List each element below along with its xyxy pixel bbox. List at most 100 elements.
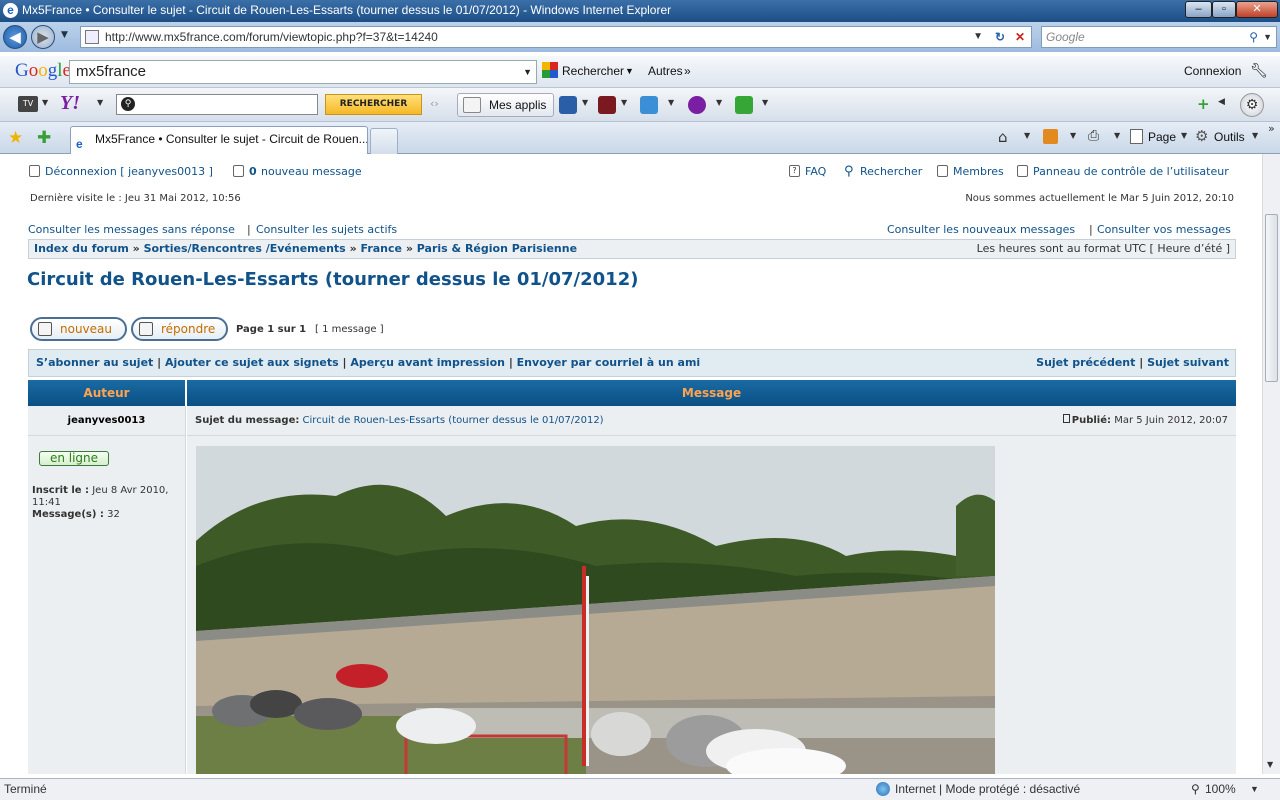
logout-link[interactable]: Déconnexion [ jeanyves0013 ] [45, 165, 213, 178]
favorites-star-icon[interactable]: ★ [8, 128, 23, 148]
bookmark-link[interactable]: Ajouter ce sujet aux signets [165, 356, 339, 369]
settings-gear-icon[interactable]: ⚙ [1240, 93, 1264, 117]
logout-icon [29, 165, 40, 177]
breadcrumb-item-index[interactable]: Index du forum [34, 242, 129, 255]
scroll-down-icon[interactable]: ▼ [1267, 760, 1273, 769]
prev-topic-link[interactable]: Sujet précédent [1036, 356, 1135, 369]
faq-link[interactable]: FAQ [805, 165, 826, 178]
home-dropdown-icon[interactable]: ▼ [1024, 131, 1030, 140]
mail-dropdown-icon[interactable]: ▼ [668, 98, 674, 107]
zoom-dropdown-icon[interactable]: ▼ [1250, 779, 1259, 799]
breadcrumb-separator: » [349, 242, 361, 255]
yahoo-dropdown-icon[interactable]: ▼ [97, 98, 103, 107]
new-posts-link[interactable]: Consulter les nouveaux messages [887, 223, 1075, 236]
ie-search-box[interactable]: Google ⚲ ▼ [1041, 26, 1277, 48]
my-apps-button[interactable]: Mes applis [457, 93, 554, 117]
topic-title[interactable]: Circuit de Rouen-Les-Essarts (tourner de… [27, 269, 638, 290]
add-icon[interactable]: + [1197, 95, 1210, 113]
email-friend-link[interactable]: Envoyer par courriel à un ami [517, 356, 701, 369]
unanswered-link[interactable]: Consulter les messages sans réponse [28, 223, 235, 236]
post-image[interactable] [196, 446, 995, 774]
last-visit-text: Dernière visite le : Jeu 31 Mai 2012, 10… [30, 193, 241, 204]
google-search-menu-icon[interactable]: ▼ [625, 63, 634, 79]
tv-icon[interactable]: TV [18, 96, 38, 112]
print-view-link[interactable]: Aperçu avant impression [350, 356, 505, 369]
add-favorites-icon[interactable]: ✚ [37, 128, 51, 148]
breadcrumb-item-paris[interactable]: Paris & Région Parisienne [417, 242, 577, 255]
wrench-icon[interactable]: 🔧︎ [1250, 62, 1268, 78]
google-search-button[interactable]: Rechercher [562, 63, 624, 79]
zoom-level[interactable]: 100% [1205, 779, 1236, 799]
rss-dropdown-icon[interactable]: ▼ [1070, 131, 1076, 140]
back-button[interactable]: ◀ [3, 25, 27, 49]
subject-label: Sujet du message: [195, 415, 300, 426]
stop-icon[interactable]: ✕ [1015, 27, 1025, 47]
search-icon[interactable]: ⚲ [1249, 27, 1258, 47]
reply-button[interactable]: répondre [131, 317, 228, 341]
mail-icon[interactable] [640, 96, 658, 114]
search-dropdown-icon[interactable]: ▼ [1263, 27, 1272, 47]
print-dropdown-icon[interactable]: ▼ [1114, 131, 1120, 140]
published-date: Mar 5 Juin 2012, 20:07 [1114, 415, 1228, 426]
google-search-dropdown-icon[interactable]: ▼ [523, 61, 532, 83]
notifications-dropdown-icon[interactable]: ▼ [621, 98, 627, 107]
google-signin-button[interactable]: Connexion [1184, 63, 1241, 79]
scroll-left-icon[interactable]: ◀ [1218, 97, 1225, 107]
page-dropdown-icon[interactable]: ▼ [1181, 131, 1187, 140]
minimize-button[interactable]: – [1185, 1, 1212, 18]
new-pm-count[interactable]: 0 [249, 165, 257, 178]
tools-dropdown-icon[interactable]: ▼ [1252, 131, 1258, 140]
yahoo-search-input[interactable]: ⚲ [116, 94, 318, 115]
new-topic-button[interactable]: nouveau [30, 317, 127, 341]
plugin-icon[interactable] [735, 96, 753, 114]
google-more-button[interactable]: Autres [648, 63, 683, 79]
address-bar[interactable]: http://www.mx5france.com/forum/viewtopic… [80, 26, 1032, 48]
print-icon[interactable]: ⎙ [1088, 128, 1099, 144]
tab-active[interactable]: e Mx5France • Consulter le sujet - Circu… [70, 126, 368, 154]
post-author-name[interactable]: jeanyves0013 [28, 406, 186, 436]
ucp-link[interactable]: Panneau de contrôle de l’utilisateur [1033, 165, 1229, 178]
tools-menu-button[interactable]: Outils [1214, 129, 1245, 145]
new-pm-link[interactable]: nouveau message [261, 165, 362, 178]
profile-icon[interactable] [688, 96, 706, 114]
notifications-icon[interactable] [598, 96, 616, 114]
yahoo-search-button[interactable]: RECHERCHER [325, 94, 422, 115]
subscribe-link[interactable]: S’abonner au sujet [36, 356, 153, 369]
toolbar-divider: ‹› [430, 97, 439, 110]
close-window-button[interactable]: ✕ [1236, 1, 1278, 18]
search-forum-link[interactable]: Rechercher [860, 165, 922, 178]
active-topics-link[interactable]: Consulter les sujets actifs [256, 223, 397, 236]
rss-feed-icon[interactable] [1043, 129, 1058, 144]
yahoo-logo-icon[interactable]: Y! [60, 92, 80, 115]
post-subject-link[interactable]: Circuit de Rouen-Les-Essarts (tourner de… [303, 415, 604, 426]
forward-button[interactable]: ▶ [31, 25, 55, 49]
profile-dropdown-icon[interactable]: ▼ [716, 98, 722, 107]
message-column-header: Message [187, 380, 1236, 406]
members-link[interactable]: Membres [953, 165, 1004, 178]
new-topic-label: nouveau [60, 322, 112, 336]
breadcrumb-item-france[interactable]: France [361, 242, 402, 255]
vertical-scrollbar[interactable]: ▼ [1262, 154, 1280, 774]
refresh-icon[interactable]: ↻ [995, 27, 1005, 47]
google-search-input[interactable]: mx5france ▼ [69, 60, 537, 84]
next-topic-link[interactable]: Sujet suivant [1147, 356, 1229, 369]
security-zone-text[interactable]: Internet | Mode protégé : désactivé [895, 779, 1080, 799]
media-dropdown-icon[interactable]: ▼ [582, 98, 588, 107]
breadcrumb-item-events[interactable]: Sorties/Rencontres /Evénements [144, 242, 346, 255]
chevron-more-icon[interactable]: » [1268, 122, 1275, 135]
joined-label: Inscrit le : [32, 485, 90, 496]
page-menu-button[interactable]: Page [1148, 129, 1176, 145]
page-icon [85, 30, 99, 44]
chevron-right-icon[interactable]: » [684, 63, 691, 79]
plugin-dropdown-icon[interactable]: ▼ [762, 98, 768, 107]
scrollbar-thumb[interactable] [1265, 214, 1278, 382]
address-dropdown-icon[interactable]: ▼ [973, 27, 983, 47]
published-label: Publié: [1071, 415, 1112, 426]
home-icon[interactable]: ⌂ [998, 128, 1008, 146]
your-posts-link[interactable]: Consulter vos messages [1097, 223, 1231, 236]
new-tab-button[interactable] [370, 128, 398, 154]
media-icon[interactable] [559, 96, 577, 114]
history-dropdown-icon[interactable]: ▼ [61, 30, 68, 40]
tv-dropdown-icon[interactable]: ▼ [42, 98, 48, 107]
maximize-button[interactable]: ▫ [1212, 1, 1236, 18]
